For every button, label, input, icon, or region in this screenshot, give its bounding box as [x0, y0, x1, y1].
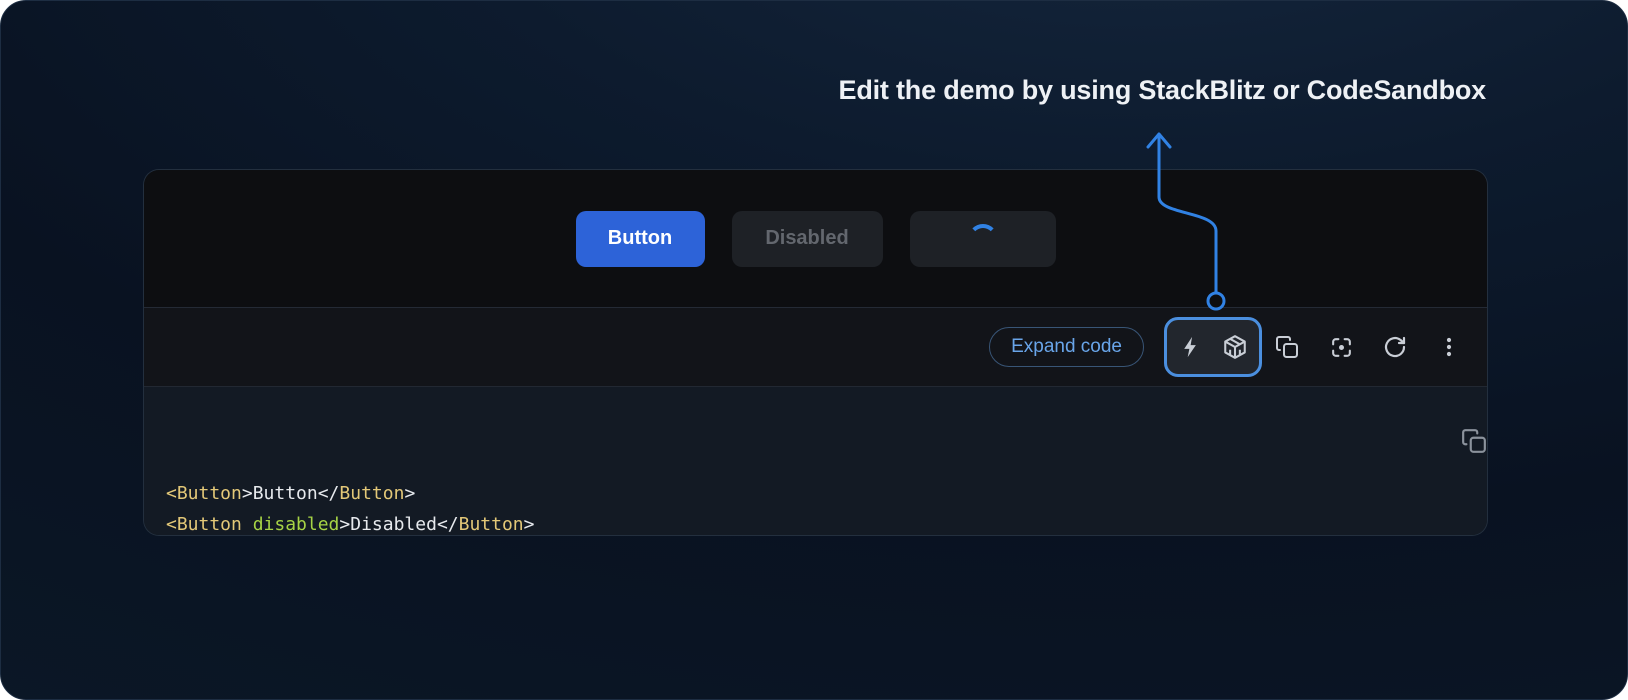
online-ide-group-highlighted [1164, 317, 1262, 377]
stackblitz-button[interactable] [1178, 334, 1204, 360]
copy-icon [1461, 428, 1487, 454]
more-kebab-icon [1437, 335, 1461, 359]
codesandbox-cube-icon [1222, 334, 1248, 360]
component-demo-card: Button Disabled Expand code [143, 169, 1488, 536]
copy-code-button[interactable] [1431, 413, 1457, 439]
more-actions-button[interactable] [1436, 334, 1462, 360]
refresh-demo-button[interactable] [1382, 334, 1408, 360]
docs-page: Edit the demo by using StackBlitz or Cod… [0, 0, 1628, 700]
copy-icon [1275, 335, 1299, 359]
code-line: <Button disabled>Disabled</Button> [166, 509, 1463, 536]
demo-preview-area: Button Disabled [144, 170, 1487, 307]
stackblitz-bolt-icon [1180, 335, 1202, 359]
copy-demo-button[interactable] [1274, 334, 1300, 360]
expand-code-button[interactable]: Expand code [989, 327, 1144, 367]
demo-disabled-button[interactable]: Disabled [732, 211, 883, 267]
demo-primary-button[interactable]: Button [576, 211, 705, 267]
standalone-view-button[interactable] [1328, 334, 1354, 360]
annotation-title: Edit the demo by using StackBlitz or Cod… [839, 75, 1486, 106]
code-line: <Button>Button</Button> [166, 478, 1463, 509]
loading-spinner-icon [968, 224, 998, 254]
refresh-icon [1383, 335, 1407, 359]
code-lines: <Button>Button</Button><Button disabled>… [166, 478, 1463, 536]
code-block: <Button>Button</Button><Button disabled>… [144, 387, 1487, 536]
demo-loading-button[interactable] [910, 211, 1056, 267]
standalone-focus-icon [1329, 335, 1354, 360]
codesandbox-button[interactable] [1222, 334, 1248, 360]
demo-toolbar: Expand code [144, 307, 1487, 387]
